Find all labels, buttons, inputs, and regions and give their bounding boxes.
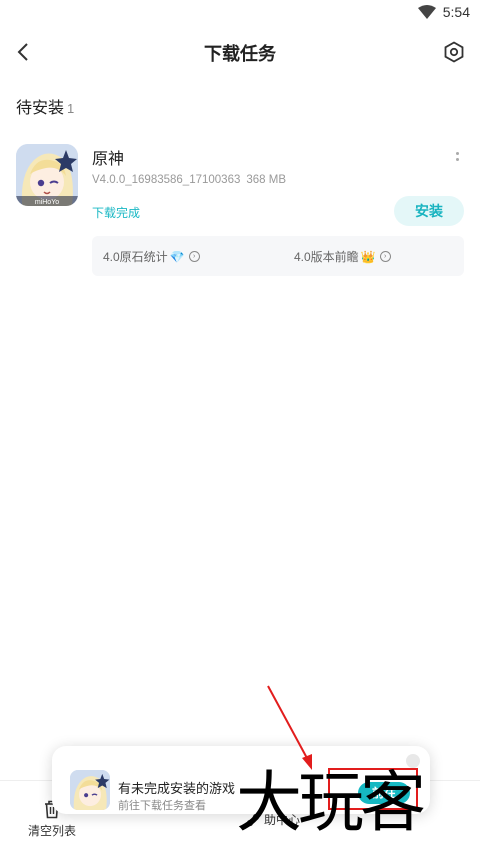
circle-arrow-icon: › — [379, 251, 391, 262]
toast-app-icon — [70, 770, 110, 810]
settings-hexagon-icon — [444, 41, 464, 63]
section-count: 1 — [67, 101, 75, 116]
app-tags: 4.0原石统计 💎 › 4.0版本前瞻 👑 › — [92, 236, 464, 276]
app-version-line: V4.0.0_16983586_17100363 368 MB — [92, 174, 286, 186]
watermark: 大玩客 — [236, 764, 426, 841]
toast-title: 有未完成安装的游戏 — [118, 781, 236, 796]
tag-version-preview[interactable]: 4.0版本前瞻 👑 › — [294, 248, 391, 265]
more-dot-icon — [455, 151, 459, 155]
status-right: 5:54 — [417, 4, 470, 20]
status-time: 5:54 — [442, 4, 470, 20]
more-options-button[interactable] — [452, 146, 462, 166]
wifi-icon — [417, 5, 436, 19]
tag-label: 4.0原石统计 — [103, 250, 168, 264]
section-title: 待安装 1 — [16, 94, 74, 118]
crown-icon: 👑 — [360, 249, 376, 264]
download-item[interactable]: miHoYo 原神 V4.0.0_16983586_17100363 368 MB… — [16, 144, 464, 276]
character-avatar-icon — [70, 770, 110, 810]
character-avatar-icon: miHoYo — [16, 144, 78, 206]
page-title: 下载任务 — [204, 44, 276, 64]
clear-list-label: 清空列表 — [27, 824, 76, 838]
annotation-arrow — [267, 685, 312, 770]
download-status: 下载完成 — [92, 206, 141, 220]
settings-button[interactable] — [440, 38, 468, 66]
app-size: 368 MB — [246, 174, 287, 186]
tag-primogem-stats[interactable]: 4.0原石统计 💎 › — [103, 248, 200, 265]
more-dot-icon — [455, 157, 459, 161]
app-version: V4.0.0_16983586_17100363 — [92, 174, 241, 186]
status-bar: 5:54 — [0, 0, 480, 26]
app-name: 原神 — [92, 151, 125, 168]
app-icon-brand-text: miHoYo — [35, 199, 59, 206]
circle-arrow-icon: › — [188, 251, 200, 262]
tag-label: 4.0版本前瞻 — [294, 250, 359, 264]
header: 下载任务 — [0, 30, 480, 74]
install-button[interactable]: 安装 — [394, 196, 464, 226]
app-icon: miHoYo — [16, 144, 78, 206]
gem-icon: 💎 — [169, 249, 185, 264]
toast-subtitle: 前往下载任务查看 — [118, 800, 206, 812]
section-title-label: 待安装 — [16, 100, 65, 117]
